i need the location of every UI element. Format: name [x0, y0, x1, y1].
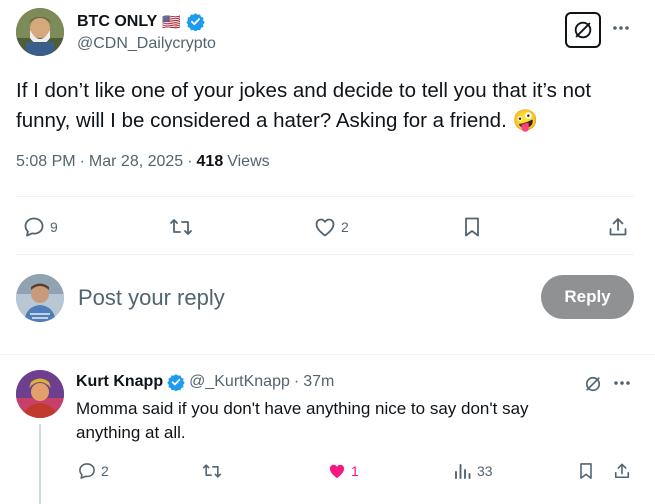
reply-time[interactable]: 37m — [303, 373, 334, 391]
like-action[interactable]: 1 — [327, 461, 359, 481]
reply-button[interactable]: Reply — [541, 275, 634, 319]
repost-action[interactable] — [168, 215, 194, 239]
repost-action[interactable] — [201, 461, 223, 481]
reply-header: Kurt Knapp @_KurtKnapp · 37m — [76, 373, 334, 391]
views-action[interactable]: 33 — [453, 461, 493, 481]
author-handle[interactable]: @CDN_Dailycrypto — [77, 35, 216, 53]
more-options-icon[interactable] — [611, 18, 631, 38]
grok-icon[interactable] — [583, 374, 603, 394]
separator: · — [293, 373, 300, 390]
reply-count: 2 — [101, 463, 109, 479]
share-action[interactable] — [606, 215, 630, 239]
heart-icon — [313, 215, 337, 239]
repost-icon — [201, 461, 223, 481]
views-count: 418 — [196, 153, 224, 170]
reply-input[interactable] — [78, 280, 518, 316]
share-icon — [612, 461, 632, 481]
like-count: 1 — [351, 463, 359, 479]
reply-action[interactable]: 2 — [77, 461, 109, 481]
grok-icon[interactable] — [565, 12, 601, 48]
bookmark-action[interactable] — [461, 215, 483, 239]
reply-author-avatar[interactable] — [16, 370, 64, 418]
bookmark-icon — [461, 215, 483, 239]
reply-count: 9 — [50, 219, 58, 235]
thread-line — [39, 424, 41, 504]
author-display-name[interactable]: BTC ONLY — [77, 13, 157, 31]
share-icon — [606, 215, 630, 239]
verified-badge-icon — [167, 373, 185, 391]
divider — [16, 254, 634, 255]
post-date[interactable]: Mar 28, 2025 — [89, 153, 183, 171]
heart-filled-icon — [327, 461, 347, 481]
post-time[interactable]: 5:08 PM — [16, 153, 76, 171]
divider — [16, 196, 634, 197]
author-avatar[interactable] — [16, 8, 64, 56]
more-options-icon[interactable] — [612, 376, 632, 390]
like-action[interactable]: 2 — [313, 215, 349, 239]
views-count: 33 — [477, 463, 493, 479]
current-user-avatar[interactable] — [16, 274, 64, 322]
reply-action[interactable]: 9 — [22, 215, 58, 239]
author-name-row: BTC ONLY 🇺🇸 — [77, 12, 205, 31]
verified-badge-icon — [186, 12, 205, 31]
post-meta: 5:08 PM · Mar 28, 2025 · 418 Views — [16, 153, 270, 171]
reply-author-name[interactable]: Kurt Knapp — [76, 373, 163, 391]
comment-icon — [77, 461, 97, 481]
comment-icon — [22, 215, 46, 239]
like-count: 2 — [341, 219, 349, 235]
bookmark-action[interactable] — [576, 461, 596, 481]
bookmark-icon — [576, 461, 596, 481]
views-label: Views — [227, 153, 270, 170]
reply-text: Momma said if you don't have anything ni… — [76, 399, 529, 442]
post-text: If I don’t like one of your jokes and de… — [16, 79, 592, 132]
repost-icon — [168, 215, 194, 239]
divider — [0, 354, 655, 355]
reply-author-handle[interactable]: @_KurtKnapp — [189, 373, 290, 391]
analytics-icon — [453, 461, 473, 481]
flag-icon: 🇺🇸 — [162, 13, 181, 31]
share-action[interactable] — [612, 461, 632, 481]
